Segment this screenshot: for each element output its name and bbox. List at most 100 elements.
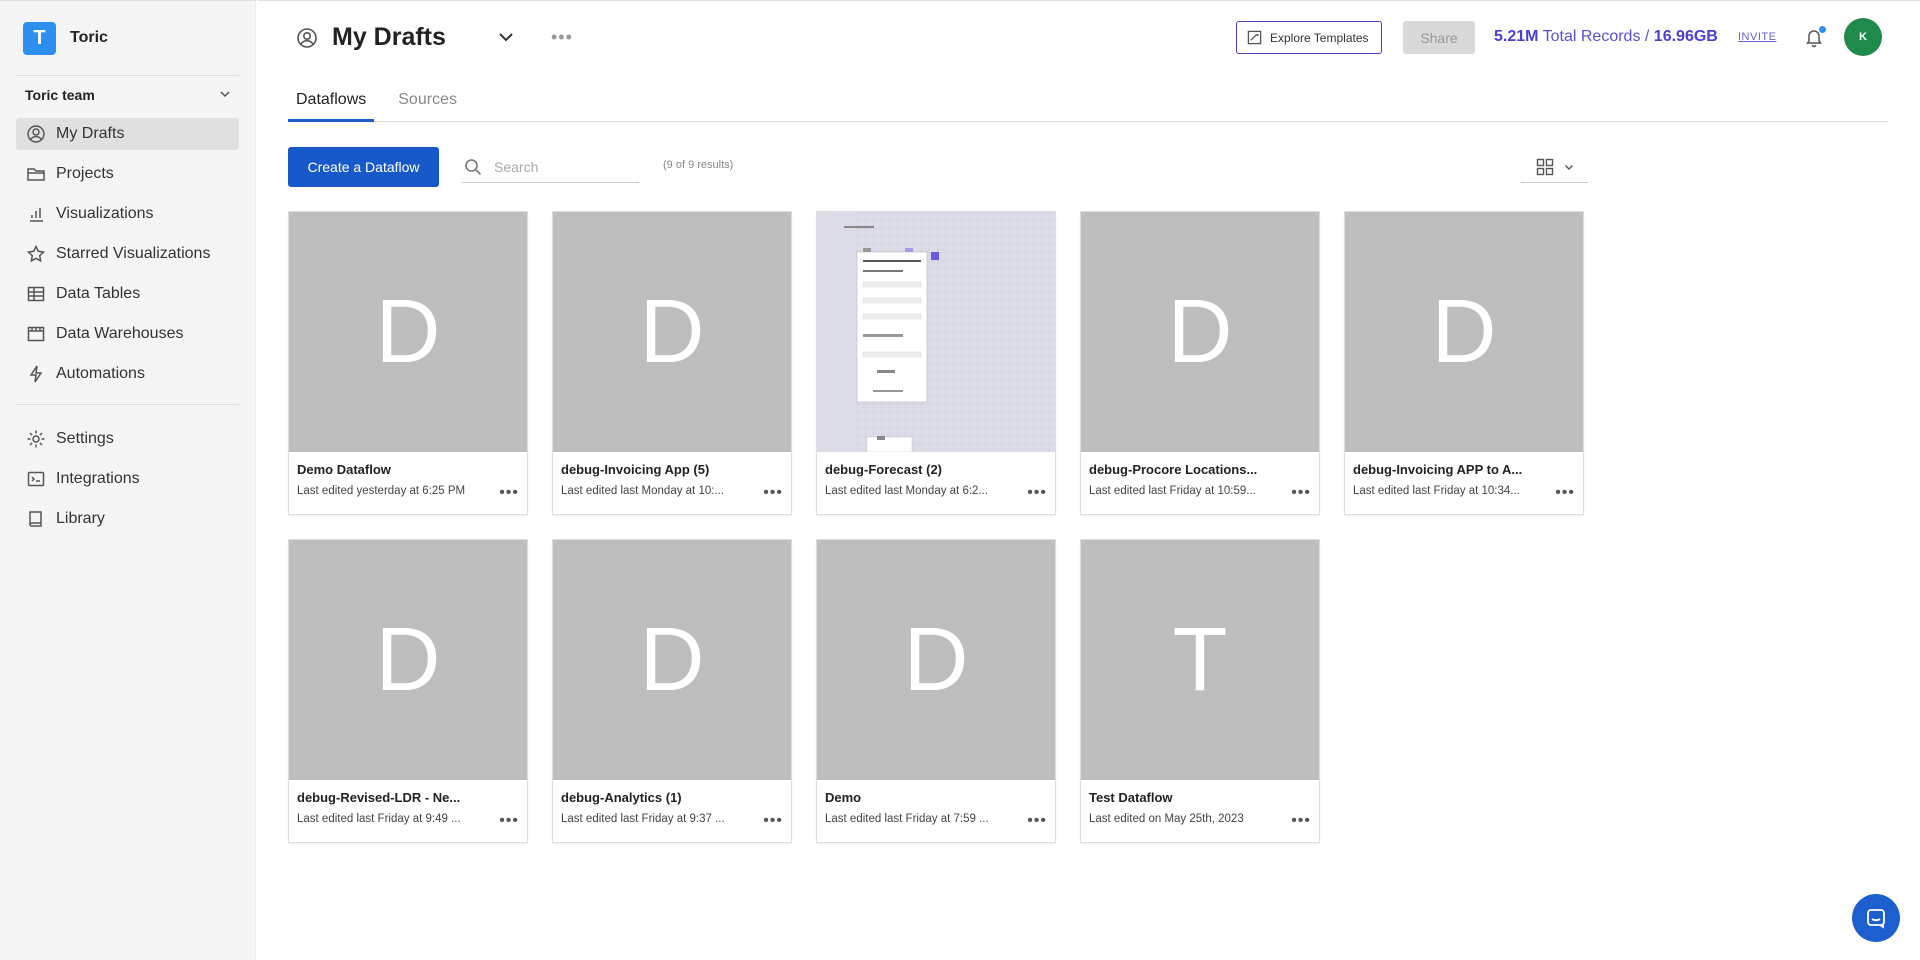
grid-view-icon — [1536, 158, 1553, 175]
dataflow-card[interactable]: D debug-Invoicing App (5) Last edited la… — [552, 211, 792, 515]
dataflow-preview-image — [817, 212, 1055, 452]
sidebar-nav: My Drafts Projects Visualizations Starre… — [0, 114, 255, 402]
card-last-edited: Last edited last Friday at 10:59... — [1089, 485, 1256, 497]
tab-dataflows[interactable]: Dataflows — [288, 75, 375, 122]
main-content: My Drafts ••• Explore Templates Share 5.… — [257, 0, 1920, 960]
card-last-edited: Last edited last Friday at 9:37 ... — [561, 813, 725, 825]
explore-templates-label: Explore Templates — [1270, 30, 1369, 45]
team-selector[interactable]: Toric team — [0, 76, 255, 114]
sidebar-item-label: Visualizations — [56, 205, 154, 222]
sidebar-item-label: Data Warehouses — [56, 325, 184, 342]
card-last-edited: Last edited last Monday at 6:2... — [825, 485, 989, 497]
card-thumbnail: D — [553, 540, 791, 780]
card-thumbnail-preview — [817, 212, 1055, 452]
records-label: Total Records / — [1542, 28, 1650, 45]
more-options-icon[interactable]: ••• — [1027, 485, 1047, 501]
card-thumbnail: D — [817, 540, 1055, 780]
sidebar-item-label: Automations — [56, 365, 145, 382]
search-icon — [465, 158, 482, 175]
card-last-edited: Last edited last Friday at 7:59 ... — [825, 813, 989, 825]
chevron-down-icon — [1564, 164, 1573, 170]
sidebar-item-projects[interactable]: Projects — [16, 158, 239, 190]
create-dataflow-button[interactable]: Create a Dataflow — [288, 147, 439, 187]
lightning-icon — [25, 363, 47, 385]
more-options-icon[interactable]: ••• — [499, 813, 519, 829]
star-icon — [25, 243, 47, 265]
sidebar-item-automations[interactable]: Automations — [16, 358, 239, 390]
invite-link[interactable]: INVITE — [1738, 31, 1776, 43]
storage-size: 16.96GB — [1653, 28, 1718, 45]
sidebar-item-starred-visualizations[interactable]: Starred Visualizations — [16, 238, 239, 270]
tab-sources[interactable]: Sources — [390, 75, 465, 121]
sidebar-item-integrations[interactable]: Integrations — [16, 463, 239, 495]
table-icon — [25, 283, 47, 305]
dataflow-card[interactable]: D debug-Analytics (1) Last edited last F… — [552, 539, 792, 843]
chat-icon — [1867, 909, 1885, 929]
card-title: Demo Dataflow — [297, 462, 391, 477]
sidebar-item-data-warehouses[interactable]: Data Warehouses — [16, 318, 239, 350]
dataflow-card[interactable]: D debug-Invoicing APP to A... Last edite… — [1344, 211, 1584, 515]
divider — [16, 404, 239, 405]
sidebar-item-label: My Drafts — [56, 125, 125, 142]
records-count: 5.21M — [1494, 28, 1539, 45]
page-title: My Drafts — [332, 23, 446, 51]
dataflow-card[interactable]: D debug-Revised-LDR - Ne... Last edited … — [288, 539, 528, 843]
brand-name: Toric — [70, 29, 108, 46]
card-title: debug-Procore Locations... — [1089, 462, 1258, 477]
tab-bar: Dataflows Sources — [288, 75, 1888, 122]
more-options-icon[interactable]: ••• — [551, 27, 573, 48]
more-options-icon[interactable]: ••• — [763, 813, 783, 829]
chat-launcher-button[interactable] — [1852, 894, 1900, 942]
dataflow-card[interactable]: D debug-Procore Locations... Last edited… — [1080, 211, 1320, 515]
search-input[interactable] — [494, 158, 634, 175]
dataflow-card[interactable]: T Test Dataflow Last edited on May 25th,… — [1080, 539, 1320, 843]
folder-icon — [25, 163, 47, 185]
brand[interactable]: T Toric — [0, 1, 255, 75]
sidebar-item-library[interactable]: Library — [16, 503, 239, 535]
more-options-icon[interactable]: ••• — [499, 485, 519, 501]
warehouse-icon — [25, 323, 47, 345]
book-icon — [25, 508, 47, 530]
header: My Drafts ••• Explore Templates Share 5.… — [257, 1, 1920, 75]
card-thumbnail: D — [1081, 212, 1319, 452]
chevron-down-icon[interactable] — [496, 27, 518, 49]
view-toggle[interactable] — [1521, 151, 1588, 183]
more-options-icon[interactable]: ••• — [763, 485, 783, 501]
sidebar-item-label: Library — [56, 510, 105, 527]
user-circle-icon — [296, 27, 318, 49]
card-thumbnail: T — [1081, 540, 1319, 780]
dataflow-card[interactable]: D Demo Last edited last Friday at 7:59 .… — [816, 539, 1056, 843]
card-title: debug-Invoicing App (5) — [561, 462, 710, 477]
sidebar: T Toric Toric team My Drafts Projects Vi… — [0, 0, 256, 960]
more-options-icon[interactable]: ••• — [1555, 485, 1575, 501]
sidebar-item-settings[interactable]: Settings — [16, 423, 239, 455]
card-title: debug-Analytics (1) — [561, 790, 682, 805]
avatar[interactable]: K — [1844, 18, 1882, 56]
card-thumbnail: D — [289, 212, 527, 452]
dataflow-card[interactable]: D Demo Dataflow Last edited yesterday at… — [288, 211, 528, 515]
brand-logo: T — [23, 21, 56, 55]
chart-icon — [25, 203, 47, 225]
card-last-edited: Last edited yesterday at 6:25 PM — [297, 485, 466, 497]
explore-templates-button[interactable]: Explore Templates — [1236, 21, 1382, 54]
sidebar-item-label: Integrations — [56, 470, 140, 487]
notifications-button[interactable] — [1803, 26, 1827, 50]
more-options-icon[interactable]: ••• — [1027, 813, 1047, 829]
card-last-edited: Last edited last Friday at 10:34... — [1353, 485, 1520, 497]
results-count: (9 of 9 results) — [663, 159, 734, 171]
sidebar-item-my-drafts[interactable]: My Drafts — [16, 118, 239, 150]
more-options-icon[interactable]: ••• — [1291, 485, 1311, 501]
card-title: debug-Revised-LDR - Ne... — [297, 790, 461, 805]
dataflow-card[interactable]: debug-Forecast (2) Last edited last Mond… — [816, 211, 1056, 515]
sidebar-item-visualizations[interactable]: Visualizations — [16, 198, 239, 230]
share-button[interactable]: Share — [1403, 21, 1475, 54]
more-options-icon[interactable]: ••• — [1291, 813, 1311, 829]
template-icon — [1247, 30, 1262, 45]
records-summary: 5.21M Total Records / 16.96GB — [1494, 28, 1718, 46]
chevron-down-icon — [219, 88, 231, 103]
integrations-icon — [25, 468, 47, 490]
card-title: debug-Invoicing APP to A... — [1353, 462, 1523, 477]
sidebar-item-data-tables[interactable]: Data Tables — [16, 278, 239, 310]
sidebar-item-label: Starred Visualizations — [56, 245, 211, 262]
sidebar-item-label: Data Tables — [56, 285, 141, 302]
